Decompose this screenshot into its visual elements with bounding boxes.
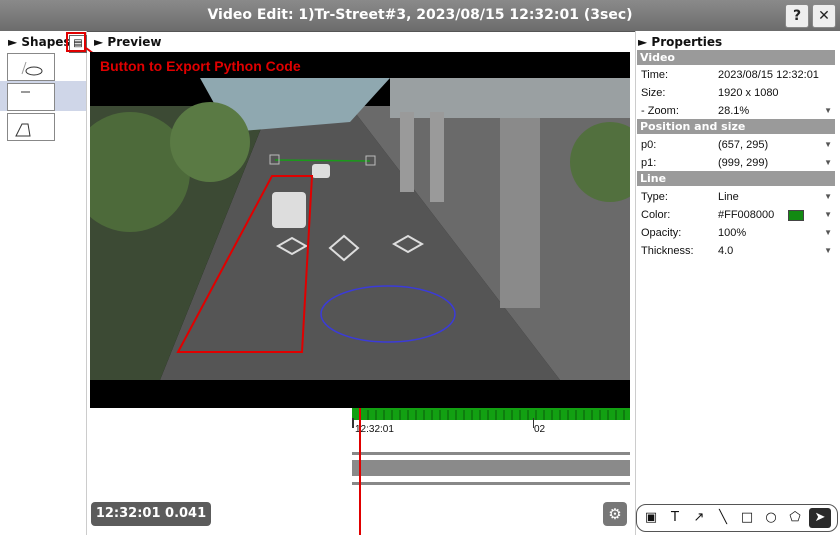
color-swatch[interactable] bbox=[788, 210, 804, 221]
prop-value-p0[interactable]: (657, 295) bbox=[718, 136, 768, 154]
timeline-ticks bbox=[359, 410, 625, 420]
line-icon bbox=[21, 91, 30, 93]
prop-value-color[interactable]: #FF008000 bbox=[718, 206, 774, 224]
chevron-down-icon[interactable]: ▼ bbox=[824, 206, 832, 224]
prop-row-color[interactable]: Color: #FF008000 ▼ bbox=[640, 206, 836, 224]
track-line bbox=[352, 452, 630, 455]
polygon-icon bbox=[15, 123, 31, 137]
chevron-down-icon[interactable]: ▼ bbox=[824, 188, 832, 206]
prop-value-size: 1920 x 1080 bbox=[718, 87, 779, 99]
chevron-down-icon[interactable]: ▼ bbox=[824, 242, 832, 260]
window-title: Video Edit: 1)Tr-Street#3, 2023/08/15 12… bbox=[207, 7, 633, 23]
line-icon: ╲ bbox=[719, 510, 727, 525]
prop-value-thickness[interactable]: 4.0 bbox=[718, 242, 733, 260]
arrow-tool-button[interactable]: ↗ bbox=[688, 508, 710, 528]
chevron-down-icon[interactable]: ▼ bbox=[824, 224, 832, 242]
help-button[interactable]: ? bbox=[785, 4, 809, 28]
video-preview[interactable] bbox=[90, 52, 630, 408]
prop-row-p1[interactable]: p1: (999, 299) ▼ bbox=[640, 154, 836, 172]
prop-row-p0[interactable]: p0: (657, 295) ▼ bbox=[640, 136, 836, 154]
shapes-panel: ► Shapes bbox=[0, 31, 87, 535]
prop-row-size: Size: 1920 x 1080 bbox=[640, 84, 836, 102]
prop-label: Time: bbox=[641, 69, 669, 81]
prop-label: Color: bbox=[641, 209, 671, 221]
shape-row[interactable] bbox=[0, 51, 86, 81]
cursor-icon: ➤ bbox=[814, 510, 826, 525]
text-icon: T bbox=[671, 510, 679, 525]
prop-row-zoom[interactable]: - Zoom: 28.1% ▼ bbox=[640, 102, 836, 120]
text-tool-button[interactable]: T bbox=[664, 508, 686, 528]
track-line bbox=[352, 482, 630, 485]
shape-row-selected[interactable] bbox=[0, 81, 86, 111]
prop-label: Opacity: bbox=[641, 227, 682, 239]
shape-ellipse-thumbnail[interactable] bbox=[7, 53, 55, 81]
select-tool-button[interactable]: ➤ bbox=[809, 508, 831, 528]
polygon-icon: ⬠ bbox=[789, 510, 801, 525]
ellipse-tool-button[interactable]: ○ bbox=[760, 508, 782, 528]
section-video: Video bbox=[637, 50, 835, 65]
rect-tool-button[interactable]: □ bbox=[736, 508, 758, 528]
prop-row-type[interactable]: Type: Line ▼ bbox=[640, 188, 836, 206]
close-button[interactable]: ✕ bbox=[812, 4, 836, 28]
ellipse-icon bbox=[21, 61, 43, 76]
shape-toolbar: ▣ T ↗ ╲ □ ○ ⬠ ➤ bbox=[636, 504, 838, 532]
video-frame bbox=[90, 52, 630, 408]
shape-row[interactable] bbox=[0, 111, 86, 141]
image-tool-button[interactable]: ▣ bbox=[640, 508, 662, 528]
prop-value-zoom[interactable]: 28.1% bbox=[718, 102, 749, 120]
line-tool-button[interactable]: ╲ bbox=[712, 508, 734, 528]
section-line: Line bbox=[637, 171, 835, 186]
playhead[interactable] bbox=[359, 408, 361, 535]
chevron-down-icon[interactable]: ▼ bbox=[824, 136, 832, 154]
gear-icon: ⚙ bbox=[608, 505, 622, 523]
prop-value-time: 2023/08/15 12:32:01 bbox=[718, 69, 819, 81]
prop-value-p1[interactable]: (999, 299) bbox=[718, 154, 768, 172]
settings-button[interactable]: ⚙ bbox=[603, 502, 627, 526]
ellipse-icon: ○ bbox=[765, 510, 777, 525]
prop-label: p0: bbox=[641, 139, 657, 151]
prop-label: p1: bbox=[641, 157, 657, 169]
prop-row-opacity[interactable]: Opacity: 100% ▼ bbox=[640, 224, 836, 242]
prop-row-thickness[interactable]: Thickness: 4.0 ▼ bbox=[640, 242, 836, 260]
prop-label: Type: bbox=[641, 191, 668, 203]
shapes-header: ► Shapes bbox=[8, 35, 71, 49]
image-icon: ▣ bbox=[644, 510, 658, 525]
annotation-label: Button to Export Python Code bbox=[100, 58, 301, 74]
chevron-down-icon[interactable]: ▼ bbox=[824, 154, 832, 172]
help-icon: ? bbox=[792, 8, 802, 24]
section-position: Position and size bbox=[637, 119, 835, 134]
annotation-highlight-box bbox=[66, 32, 86, 52]
properties-panel: ► Properties Video Time: 2023/08/15 12:3… bbox=[635, 31, 840, 535]
prop-value-type[interactable]: Line bbox=[718, 188, 739, 206]
shape-line-thumbnail[interactable] bbox=[7, 83, 55, 111]
properties-header: ► Properties bbox=[638, 35, 723, 49]
shape-polygon-thumbnail[interactable] bbox=[7, 113, 55, 141]
close-icon: ✕ bbox=[818, 8, 830, 24]
track-clip[interactable] bbox=[352, 460, 630, 476]
prop-label: - Zoom: bbox=[641, 105, 679, 117]
timeline-major-tick bbox=[352, 418, 354, 428]
prop-label: Size: bbox=[641, 87, 666, 99]
prop-row-time: Time: 2023/08/15 12:32:01 bbox=[640, 66, 836, 84]
arrow-icon: ↗ bbox=[693, 510, 705, 525]
polygon-tool-button[interactable]: ⬠ bbox=[784, 508, 806, 528]
rectangle-icon: □ bbox=[740, 510, 754, 525]
prop-value-opacity[interactable]: 100% bbox=[718, 224, 746, 242]
prop-label: Thickness: bbox=[641, 245, 694, 257]
current-time-display: 12:32:01 0.041 bbox=[91, 502, 211, 526]
preview-header: ► Preview bbox=[94, 35, 162, 49]
chevron-down-icon[interactable]: ▼ bbox=[824, 102, 832, 120]
timeline-mark-label: 02 bbox=[534, 424, 546, 435]
